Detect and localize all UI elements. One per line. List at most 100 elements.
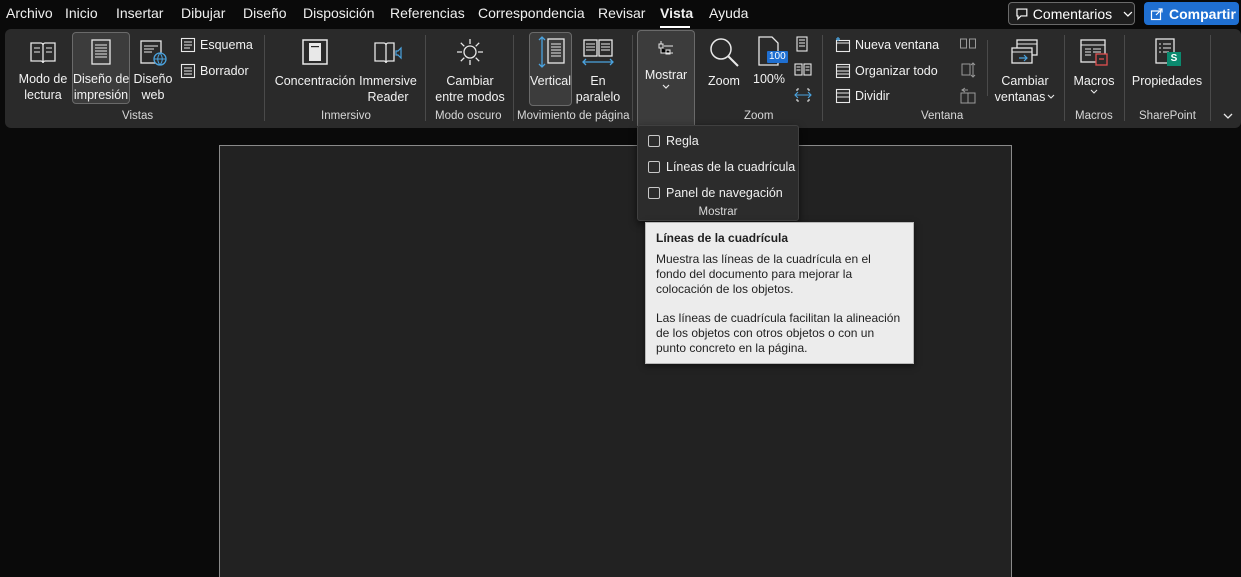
menu-ayuda[interactable]: Ayuda bbox=[709, 5, 748, 21]
share-button[interactable]: Compartir bbox=[1144, 2, 1239, 25]
print-layout-label-2: impresión bbox=[73, 88, 129, 102]
outline-label: Esquema bbox=[200, 38, 253, 52]
show-button[interactable]: Mostrar bbox=[637, 30, 695, 126]
properties-button[interactable]: S Propiedades bbox=[1130, 35, 1204, 103]
switch-windows-label-1: Cambiar bbox=[1001, 74, 1049, 88]
show-label: Mostrar bbox=[644, 68, 688, 82]
navigation-pane-checkbox-item[interactable]: Panel de navegación bbox=[648, 186, 783, 200]
zoom-100-button[interactable]: 100 100% bbox=[750, 35, 788, 103]
reset-window-position-button[interactable] bbox=[959, 87, 977, 110]
navigation-pane-checkbox[interactable] bbox=[648, 187, 660, 199]
ruler-checkbox[interactable] bbox=[648, 135, 660, 147]
group-label-inmersivo: Inmersivo bbox=[321, 110, 371, 122]
view-side-by-side-button[interactable] bbox=[959, 36, 977, 57]
gridlines-checkbox[interactable] bbox=[648, 161, 660, 173]
group-separator bbox=[632, 35, 633, 121]
globe-page-icon bbox=[140, 40, 167, 66]
switch-windows-label-2: ventanas bbox=[994, 90, 1046, 104]
group-separator bbox=[1210, 35, 1211, 121]
show-options-icon bbox=[658, 41, 673, 55]
show-dropdown-footer: Mostrar bbox=[698, 206, 738, 218]
chevron-down-icon bbox=[1047, 94, 1055, 99]
group-separator bbox=[264, 35, 265, 121]
side-by-side-button[interactable]: En paralelo bbox=[575, 35, 621, 104]
arrange-all-icon bbox=[835, 63, 851, 79]
comment-icon bbox=[1016, 7, 1028, 20]
one-page-button[interactable] bbox=[794, 36, 810, 57]
new-window-button[interactable]: Nueva ventana bbox=[835, 37, 939, 53]
group-separator bbox=[822, 35, 823, 121]
tooltip-paragraph-2: Las líneas de cuadrícula facilitan la al… bbox=[656, 311, 901, 355]
menu-correspondencia[interactable]: Correspondencia bbox=[478, 5, 585, 21]
share-icon bbox=[1150, 7, 1163, 20]
ruler-label: Regla bbox=[666, 134, 699, 148]
split-button[interactable]: Dividir bbox=[835, 88, 890, 104]
group-label-movimiento: Movimiento de página bbox=[517, 110, 630, 122]
outline-button[interactable]: Esquema bbox=[180, 37, 253, 53]
focus-icon bbox=[302, 39, 328, 65]
group-label-modo-oscuro: Modo oscuro bbox=[435, 110, 502, 122]
navigation-pane-label: Panel de navegación bbox=[666, 186, 783, 200]
active-tab-indicator bbox=[660, 26, 690, 28]
group-separator bbox=[1124, 35, 1125, 121]
menu-dibujar[interactable]: Dibujar bbox=[181, 5, 225, 21]
show-dropdown: Regla Líneas de la cuadrícula Panel de n… bbox=[637, 125, 799, 221]
menu-referencias[interactable]: Referencias bbox=[390, 5, 465, 21]
inner-separator bbox=[987, 40, 988, 96]
gridlines-checkbox-item[interactable]: Líneas de la cuadrícula bbox=[648, 160, 795, 174]
zoom-label: Zoom bbox=[708, 74, 740, 88]
chevron-down-icon bbox=[1123, 11, 1133, 17]
reset-window-position-icon bbox=[960, 87, 976, 104]
draft-label: Borrador bbox=[200, 64, 249, 78]
share-label: Compartir bbox=[1169, 5, 1236, 22]
reading-mode-label-2: lectura bbox=[24, 88, 62, 102]
menu-insertar[interactable]: Insertar bbox=[116, 5, 163, 21]
menu-disposicion[interactable]: Disposición bbox=[303, 5, 375, 21]
focus-button[interactable]: Concentración bbox=[273, 35, 357, 103]
print-layout-button[interactable]: Diseño de impresión bbox=[72, 32, 130, 104]
magnifier-icon bbox=[710, 38, 739, 67]
split-icon bbox=[835, 88, 851, 104]
zoom-button[interactable]: Zoom bbox=[703, 35, 745, 103]
page-width-button[interactable] bbox=[794, 87, 812, 108]
synchronous-scrolling-icon bbox=[961, 62, 976, 78]
vertical-button[interactable]: Vertical bbox=[529, 32, 572, 106]
menu-vista[interactable]: Vista bbox=[660, 5, 693, 21]
side-by-side-label-1: En bbox=[590, 74, 606, 88]
zoom-100-badge: 100 bbox=[767, 51, 788, 63]
properties-icon: S bbox=[1152, 37, 1182, 67]
zoom-100-label: 100% bbox=[753, 72, 785, 86]
side-by-side-label-2: paralelo bbox=[575, 90, 621, 104]
menu-revisar[interactable]: Revisar bbox=[598, 5, 645, 21]
tooltip-paragraph-1: Muestra las líneas de la cuadrícula en e… bbox=[656, 252, 871, 296]
reading-mode-button[interactable]: Modo de lectura bbox=[14, 35, 72, 103]
ribbon-display-options-button[interactable] bbox=[1222, 108, 1234, 126]
web-layout-label-2: web bbox=[141, 88, 165, 102]
menu-bar: Archivo Inicio Insertar Dibujar Diseño D… bbox=[0, 0, 1241, 28]
multiple-pages-button[interactable] bbox=[794, 62, 812, 83]
draft-button[interactable]: Borrador bbox=[180, 63, 249, 79]
reading-mode-label-1: Modo de bbox=[18, 72, 68, 86]
new-window-icon bbox=[835, 37, 851, 53]
switch-modes-button[interactable]: Cambiar entre modos bbox=[433, 35, 507, 104]
macros-button[interactable]: Macros bbox=[1069, 35, 1119, 103]
immersive-reader-button[interactable]: Immersive Reader bbox=[358, 35, 418, 104]
menu-archivo[interactable]: Archivo bbox=[6, 5, 53, 21]
arrange-all-button[interactable]: Organizar todo bbox=[835, 63, 938, 79]
switch-windows-button[interactable]: Cambiar ventanas bbox=[992, 35, 1058, 104]
zoom-100-icon: 100 bbox=[754, 35, 788, 67]
vertical-label: Vertical bbox=[530, 74, 571, 88]
synchronous-scrolling-button[interactable] bbox=[959, 61, 977, 84]
properties-label: Propiedades bbox=[1131, 74, 1203, 88]
ruler-checkbox-item[interactable]: Regla bbox=[648, 134, 699, 148]
split-label: Dividir bbox=[855, 89, 890, 103]
immersive-reader-label-1: Immersive bbox=[359, 74, 417, 88]
side-by-side-icon bbox=[582, 39, 614, 66]
menu-inicio[interactable]: Inicio bbox=[65, 5, 98, 21]
web-layout-button[interactable]: Diseño web bbox=[132, 35, 174, 103]
sharepoint-badge: S bbox=[1167, 52, 1181, 66]
comments-button[interactable]: Comentarios bbox=[1008, 2, 1135, 25]
menu-diseno[interactable]: Diseño bbox=[243, 5, 287, 21]
multiple-pages-icon bbox=[794, 63, 812, 76]
group-label-vistas: Vistas bbox=[122, 110, 154, 122]
